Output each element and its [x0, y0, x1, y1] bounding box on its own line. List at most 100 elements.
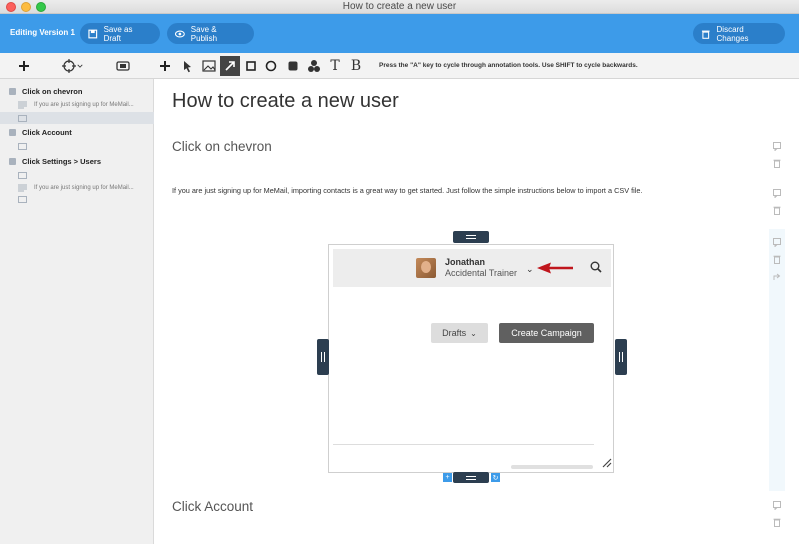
- resize-grip-icon[interactable]: [602, 458, 612, 468]
- toolbar-hint: Press the "A" key to cycle through annot…: [379, 62, 638, 69]
- save-publish-label: Save & Publish: [190, 24, 218, 43]
- target-dropdown[interactable]: [58, 56, 88, 76]
- user-role: Accidental Trainer: [445, 268, 518, 278]
- circle-icon: [265, 60, 277, 72]
- step-icon: [9, 158, 16, 165]
- add-icon: [19, 61, 29, 71]
- step-2-actions: [773, 501, 783, 535]
- window-title: How to create a new user: [342, 1, 457, 12]
- blur-tool[interactable]: [285, 56, 301, 76]
- user-name: Jonathan: [445, 257, 486, 267]
- step-1-description[interactable]: If you are just signing up for MeMail, i…: [172, 186, 642, 195]
- trash-icon[interactable]: [773, 159, 781, 168]
- save-draft-label: Save as Draft: [103, 24, 133, 43]
- screen-capture-icon: [116, 61, 130, 71]
- step-screenshot[interactable]: Jonathan Accidental Trainer ⌄ Drafts ⌄ C…: [328, 244, 614, 473]
- steps-icon: [308, 60, 320, 72]
- editor-header: Editing Version 1 Save as Draft Save & P…: [0, 14, 799, 53]
- cursor-icon: [184, 61, 191, 73]
- circle-tool[interactable]: [263, 56, 279, 76]
- refresh-icon: ↻: [492, 474, 499, 482]
- page-title[interactable]: How to create a new user: [172, 90, 399, 113]
- add-icon: +: [445, 474, 450, 481]
- resize-handle-left[interactable]: [317, 339, 329, 375]
- editing-version-label: Editing Version 1: [10, 28, 75, 37]
- rectangle-tool[interactable]: [243, 56, 259, 76]
- sidebar-step-2-image[interactable]: [18, 143, 27, 150]
- trash-icon[interactable]: [773, 255, 781, 264]
- resize-handle-top[interactable]: [453, 231, 489, 243]
- resize-handle-right[interactable]: [615, 339, 627, 375]
- save-icon: [88, 29, 98, 38]
- image-icon: [202, 60, 216, 72]
- steps-sidebar: Click on chevron If you are just signing…: [0, 79, 154, 544]
- blur-icon: [288, 61, 298, 71]
- share-icon[interactable]: [773, 272, 781, 281]
- step-icon: [9, 88, 16, 95]
- refresh-image-button[interactable]: ↻: [491, 473, 500, 482]
- rectangle-icon: [246, 61, 256, 71]
- screen-capture-button[interactable]: [113, 56, 133, 76]
- step-2-heading[interactable]: Click Account: [172, 499, 253, 514]
- screenshot-scrollbar: [511, 465, 593, 469]
- image-actions: [773, 238, 783, 289]
- comment-icon[interactable]: [773, 189, 781, 198]
- sidebar-step-1-image[interactable]: [18, 115, 27, 122]
- trash-icon[interactable]: [773, 206, 781, 215]
- sidebar-step-3[interactable]: Click Settings > Users: [9, 157, 101, 166]
- comment-icon[interactable]: [773, 501, 781, 510]
- sidebar-step-title: Click Account: [22, 128, 72, 137]
- sidebar-step-3-image[interactable]: [18, 172, 27, 179]
- create-campaign-button: Create Campaign: [499, 323, 594, 343]
- add-image-button[interactable]: +: [443, 473, 452, 482]
- image-tool[interactable]: [200, 56, 218, 76]
- search-icon: [590, 261, 602, 273]
- discard-changes-label: Discard Changes: [716, 24, 749, 43]
- screenshot-header: Jonathan Accidental Trainer ⌄: [333, 249, 611, 287]
- text-tool[interactable]: T: [327, 56, 343, 76]
- eye-icon: [175, 30, 185, 37]
- save-publish-button[interactable]: Save & Publish: [167, 23, 254, 44]
- bold-text-icon: B: [350, 58, 362, 74]
- sidebar-step-3-image-2[interactable]: [18, 196, 27, 203]
- chevron-down-icon: ⌄: [526, 264, 534, 274]
- sidebar-step-text: If you are just signing up for MeMail...: [34, 185, 134, 191]
- resize-handle-bottom[interactable]: [453, 472, 489, 483]
- select-tool[interactable]: [179, 56, 195, 76]
- sidebar-step-1[interactable]: Click on chevron: [9, 87, 82, 96]
- trash-icon[interactable]: [773, 518, 781, 527]
- step-1-heading[interactable]: Click on chevron: [172, 139, 272, 154]
- annotation-arrow[interactable]: [535, 262, 575, 274]
- chevron-down-icon: ⌄: [470, 328, 477, 338]
- discard-changes-button[interactable]: Discard Changes: [693, 23, 785, 44]
- sidebar-step-1-text[interactable]: If you are just signing up for MeMail...: [18, 101, 134, 109]
- avatar: [416, 258, 436, 278]
- text-icon: T: [330, 58, 340, 74]
- window-titlebar: How to create a new user: [0, 0, 799, 14]
- annotation-toolbar: T B Press the "A" key to cycle through a…: [0, 53, 799, 79]
- add-icon: [160, 61, 170, 71]
- sidebar-step-title: Click on chevron: [22, 87, 83, 96]
- target-icon: [62, 59, 76, 73]
- drafts-label: Drafts: [442, 328, 467, 338]
- heading-actions: [773, 142, 783, 176]
- add-annotation-button[interactable]: [157, 56, 173, 76]
- sidebar-step-text: If you are just signing up for MeMail...: [34, 102, 134, 108]
- bold-text-tool[interactable]: B: [348, 56, 364, 76]
- arrow-icon: [225, 61, 235, 71]
- arrow-tool[interactable]: [220, 56, 240, 76]
- add-step-button[interactable]: [16, 56, 32, 76]
- screenshot-divider: [333, 444, 594, 445]
- sidebar-step-3-text[interactable]: If you are just signing up for MeMail...: [18, 184, 134, 192]
- text-actions: [773, 189, 783, 223]
- comment-icon[interactable]: [773, 238, 781, 247]
- steps-tool[interactable]: [305, 56, 323, 76]
- text-block-icon: [18, 184, 27, 192]
- save-draft-button[interactable]: Save as Draft: [80, 23, 160, 44]
- text-block-icon: [18, 101, 27, 109]
- drafts-dropdown: Drafts ⌄: [431, 323, 488, 343]
- sidebar-step-2[interactable]: Click Account: [9, 128, 72, 137]
- chevron-down-icon: [77, 64, 83, 68]
- sidebar-step-title: Click Settings > Users: [22, 157, 101, 166]
- comment-icon[interactable]: [773, 142, 781, 151]
